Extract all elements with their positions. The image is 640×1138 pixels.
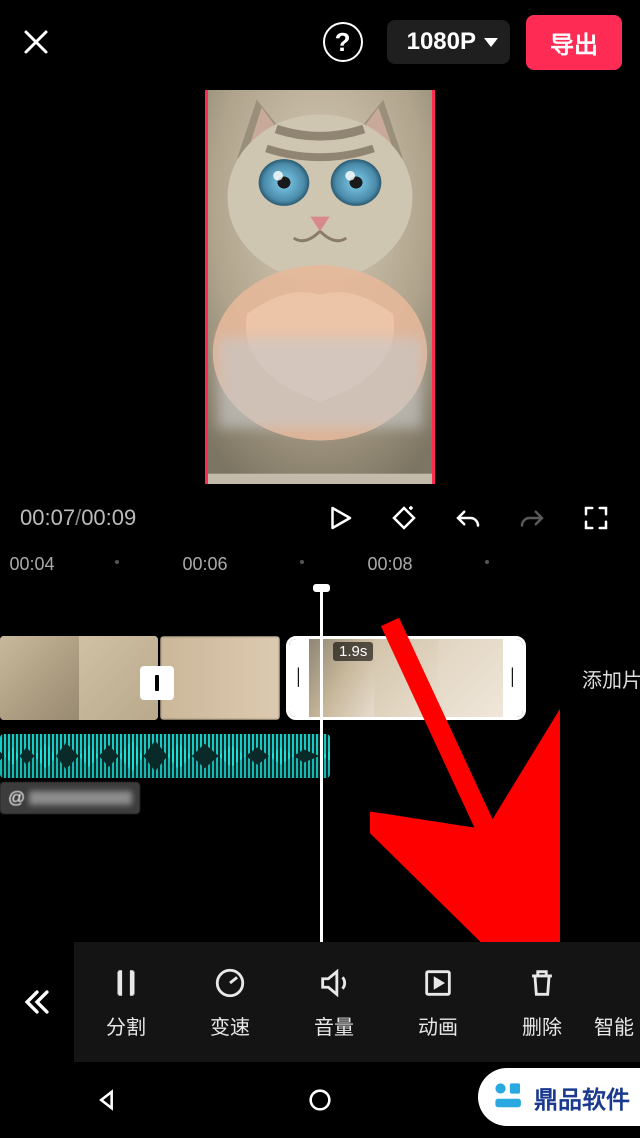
chevron-down-icon — [484, 38, 498, 47]
circle-icon — [306, 1086, 334, 1114]
redo-icon — [517, 503, 547, 533]
preview-area — [0, 84, 640, 490]
author-chip[interactable]: @ — [0, 782, 140, 814]
playback-bar: 00:07/00:09 — [0, 490, 640, 546]
nav-home-button[interactable] — [300, 1080, 340, 1120]
tool-speed[interactable]: 变速 — [178, 965, 282, 1040]
resolution-label: 1080P — [407, 28, 476, 56]
edit-toolbar: 分割 变速 音量 动画 删除 智能 — [0, 942, 640, 1062]
ruler-tick: 00:08 — [367, 554, 412, 575]
help-icon: ? — [335, 27, 351, 58]
triangle-left-icon — [93, 1086, 121, 1114]
split-icon — [109, 966, 143, 1000]
preview-frame[interactable] — [205, 90, 435, 484]
close-button[interactable] — [18, 24, 54, 60]
editor-header: ? 1080P 导出 — [0, 0, 640, 84]
fullscreen-button[interactable] — [572, 494, 620, 542]
help-button[interactable]: ? — [323, 22, 363, 62]
trash-icon — [525, 966, 559, 1000]
video-clip[interactable] — [160, 636, 280, 720]
add-clip-area: 添加片 — [582, 636, 640, 720]
video-clip[interactable] — [0, 636, 158, 720]
play-icon — [325, 503, 355, 533]
volume-icon — [317, 966, 351, 1000]
ruler-tick: 00:06 — [182, 554, 227, 575]
keyframe-add-icon — [389, 503, 419, 533]
timeline[interactable]: │ 1.9s │ 添加片 @ — [0, 586, 640, 916]
clip-duration-badge: 1.9s — [333, 642, 373, 661]
close-icon — [21, 27, 51, 57]
tool-volume[interactable]: 音量 — [282, 965, 386, 1040]
fullscreen-icon — [581, 503, 611, 533]
current-time: 00:07 — [20, 505, 75, 531]
ruler-tick: 00:04 — [9, 554, 54, 575]
speed-icon — [213, 966, 247, 1000]
playhead[interactable] — [320, 586, 323, 966]
resolution-select[interactable]: 1080P — [387, 20, 510, 64]
tool-animation[interactable]: 动画 — [386, 965, 490, 1040]
undo-icon — [453, 503, 483, 533]
clip-trim-handle-right[interactable]: │ — [503, 639, 523, 717]
time-ruler[interactable]: 00:04 00:06 00:08 — [0, 546, 640, 586]
redo-button[interactable] — [508, 494, 556, 542]
watermark-logo-icon — [492, 1080, 526, 1114]
tool-delete[interactable]: 删除 — [490, 965, 594, 1040]
audio-track[interactable] — [0, 734, 330, 778]
play-button[interactable] — [316, 494, 364, 542]
nav-back-button[interactable] — [87, 1080, 127, 1120]
animation-icon — [421, 966, 455, 1000]
add-clip-label: 添加片 — [582, 664, 640, 693]
chevrons-left-icon — [20, 985, 54, 1019]
undo-button[interactable] — [444, 494, 492, 542]
transition-marker[interactable] — [140, 666, 174, 700]
export-button[interactable]: 导出 — [526, 15, 622, 70]
toolbar-collapse-button[interactable] — [0, 942, 74, 1062]
tool-split[interactable]: 分割 — [74, 965, 178, 1040]
total-time: 00:09 — [81, 505, 136, 531]
keyframe-button[interactable] — [380, 494, 428, 542]
watermark-pill: 鼎品软件 — [478, 1068, 640, 1126]
clip-trim-handle-left[interactable]: │ — [289, 639, 309, 717]
watermark-text: 鼎品软件 — [534, 1080, 630, 1115]
tool-smart[interactable]: 智能 — [594, 965, 634, 1040]
